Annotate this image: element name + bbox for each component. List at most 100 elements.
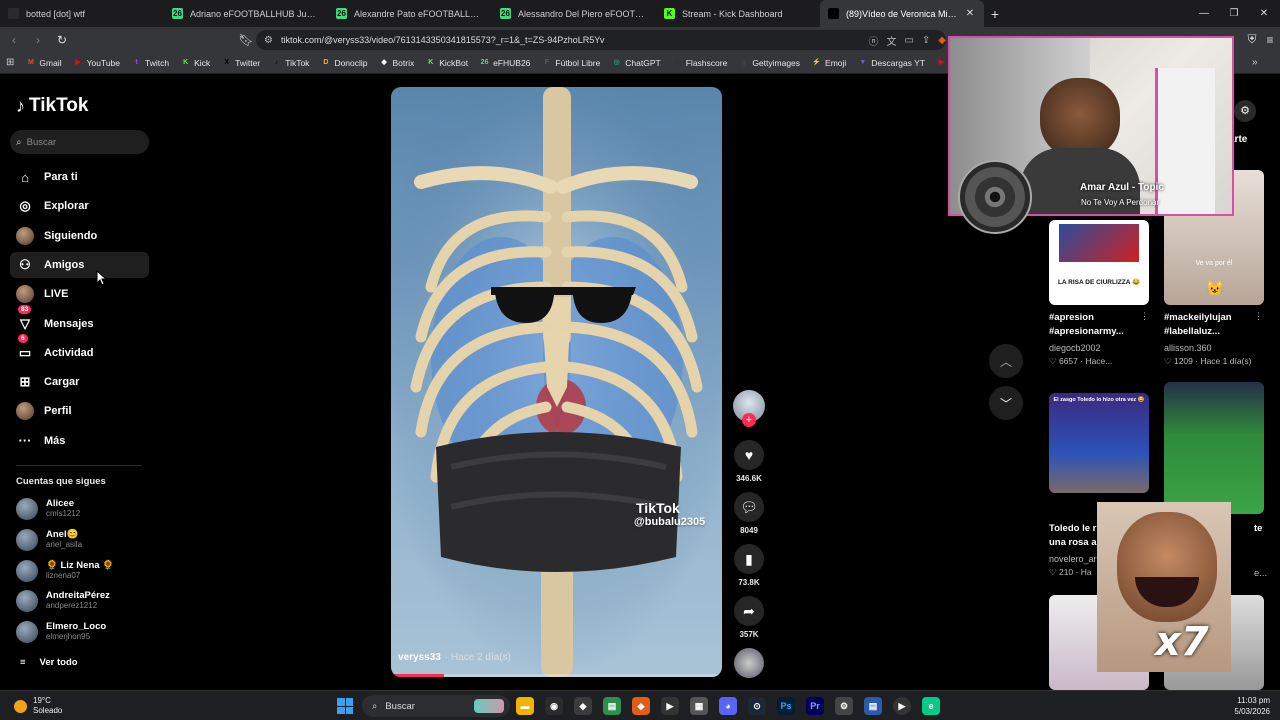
comment-action[interactable]: 💬︎ 8049 bbox=[733, 492, 765, 535]
system-clock[interactable]: 11:03 pm 5/03/2026 bbox=[1218, 695, 1270, 717]
related-thumb-1[interactable]: LA RISA DE CIURLIZZA 😂 bbox=[1049, 220, 1149, 305]
media-icon[interactable]: ▶ bbox=[661, 697, 679, 715]
bookmark-item[interactable]: g Gettyimages bbox=[733, 58, 806, 68]
avatar[interactable] bbox=[16, 528, 38, 551]
related-title-2b[interactable]: #labellaluz... bbox=[1164, 325, 1220, 339]
cast-icon[interactable]: ▭ bbox=[904, 35, 913, 46]
menu-icon[interactable]: ≡ bbox=[1260, 30, 1280, 50]
bookmark-item[interactable]: K KickBot bbox=[420, 58, 474, 68]
site-info-icon[interactable]: ⚙ bbox=[264, 35, 273, 46]
bookmark-item[interactable]: t Twitch bbox=[126, 58, 175, 68]
avatar[interactable] bbox=[16, 590, 38, 613]
reader-icon[interactable]: ⓝ bbox=[868, 33, 878, 48]
discord-icon[interactable]: ◕ bbox=[719, 697, 737, 715]
nav-item-ms[interactable]: ··· Más bbox=[10, 428, 149, 454]
nav-item-actividad[interactable]: ▭ 6 Actividad bbox=[10, 333, 149, 366]
avatar[interactable] bbox=[16, 621, 38, 644]
more-options-icon[interactable]: ⋮ bbox=[1140, 311, 1149, 322]
bookmark-item[interactable]: ◆ Botrix bbox=[374, 58, 421, 68]
edge-icon[interactable]: e bbox=[922, 697, 940, 715]
weather-widget[interactable]: 19°C Soleado bbox=[14, 696, 62, 716]
previous-video-arrow-icon[interactable]: ︿ bbox=[989, 344, 1023, 378]
steam-icon[interactable]: ⊙ bbox=[748, 697, 766, 715]
photoshop-icon[interactable]: Ps bbox=[777, 697, 795, 715]
creator-avatar[interactable]: + bbox=[733, 390, 765, 427]
bookmark-icon[interactable]: ▮ bbox=[734, 544, 764, 574]
video-author-line[interactable]: veryss33 · Hace 2 día(s) bbox=[398, 652, 511, 663]
address-bar[interactable]: ⚙ tiktok.com/@veryss33/video/76131433503… bbox=[256, 30, 946, 50]
related-title-1a[interactable]: #apresion bbox=[1049, 311, 1094, 325]
player-icon[interactable]: ▶ bbox=[893, 697, 911, 715]
nav-item-mensajes[interactable]: ▽ 83 Mensajes bbox=[10, 304, 149, 337]
more-bookmarks-icon[interactable]: » bbox=[1252, 57, 1258, 68]
following-account[interactable]: Elmero_Loco elmerjhon95 bbox=[16, 619, 156, 645]
related-user-1[interactable]: diegocb2002 bbox=[1049, 343, 1101, 353]
bookmark-item[interactable]: ♪ TikTok bbox=[266, 58, 315, 68]
nav-item-perfil[interactable]: Perfil bbox=[10, 398, 149, 424]
see-all-link[interactable]: ≡ Ver todo bbox=[20, 657, 78, 668]
close-window-icon[interactable]: ✕ bbox=[1248, 0, 1280, 27]
bookmark-item[interactable]: X Twitter bbox=[216, 58, 266, 68]
creator-avatar-action[interactable]: + bbox=[733, 390, 765, 427]
share-arrow-icon[interactable]: ➦ bbox=[734, 596, 764, 626]
bookmark-item[interactable]: D Donoclip bbox=[315, 58, 373, 68]
related-user-2[interactable]: allisson.360 bbox=[1164, 343, 1212, 353]
reload-icon[interactable]: ↻ bbox=[52, 30, 72, 50]
related-user-3[interactable]: novelero_ar bbox=[1049, 554, 1097, 564]
related-title-3a[interactable]: Toledo le r bbox=[1049, 522, 1096, 536]
nav-item-cargar[interactable]: ⊞ Cargar bbox=[10, 369, 149, 395]
related-title-4a[interactable]: te bbox=[1254, 522, 1262, 536]
brave-shield-icon[interactable]: ◆ bbox=[938, 35, 946, 46]
url-text[interactable]: tiktok.com/@veryss33/video/7613143350341… bbox=[281, 35, 860, 45]
music-disc-action[interactable] bbox=[733, 648, 765, 678]
restore-icon[interactable]: ❐ bbox=[1218, 0, 1250, 27]
nav-item-explorar[interactable]: ◎ Explorar bbox=[10, 193, 149, 219]
file-explorer-icon[interactable]: ▬ bbox=[516, 697, 534, 715]
related-title-1b[interactable]: #apresionarmy... bbox=[1049, 325, 1124, 339]
browser-tab[interactable]: 26 Alexandre Pato eFOOTBALLHUB Jugadores bbox=[328, 0, 492, 27]
related-title-4b[interactable]: e... bbox=[1254, 567, 1267, 581]
browser-tab[interactable]: ♪ (89)Vídeo de Veronica Miranda ✕ bbox=[820, 0, 984, 27]
browser-tab[interactable]: botted [dot] wtf bbox=[0, 0, 164, 27]
settings-icon[interactable]: ⚙ bbox=[1234, 100, 1256, 122]
like-action[interactable]: ♥ 346.6K bbox=[733, 440, 765, 483]
following-account[interactable]: Anel😊 anel_asila bbox=[16, 527, 156, 553]
next-video-arrow-icon[interactable]: ﹀ bbox=[989, 386, 1023, 420]
bookmark-item[interactable]: M Gmail bbox=[20, 58, 67, 68]
nav-item-amigos[interactable]: ⚇ Amigos bbox=[10, 251, 149, 278]
minimize-icon[interactable]: — bbox=[1188, 0, 1220, 27]
related-thumb-4[interactable] bbox=[1164, 382, 1264, 514]
avatar[interactable] bbox=[16, 498, 38, 520]
search-input[interactable] bbox=[26, 136, 137, 148]
new-tab-button[interactable]: + bbox=[984, 6, 1006, 22]
video-progress-bar[interactable] bbox=[391, 674, 444, 677]
more-options-icon[interactable]: ⋮ bbox=[1254, 311, 1263, 322]
bookmark-item[interactable]: F Fútbol Libre bbox=[536, 58, 606, 68]
bookmark-item[interactable]: ◎ ChatGPT bbox=[606, 58, 666, 68]
share-action[interactable]: ➦ 357K bbox=[733, 596, 765, 639]
forward-icon[interactable]: › bbox=[28, 30, 48, 50]
start-button[interactable] bbox=[337, 698, 353, 714]
following-account[interactable]: AndreitaPérez andperez1212 bbox=[16, 588, 156, 614]
browser-tab[interactable]: K Stream - Kick Dashboard bbox=[656, 0, 820, 27]
share-icon[interactable]: ⇪ bbox=[922, 35, 930, 46]
browser-tab[interactable]: 26 Alessandro Del Piero eFOOTBALLHUB Juga… bbox=[492, 0, 656, 27]
video-player[interactable]: TikTok @bubalu2305 veryss33 · Hace 2 día(… bbox=[391, 87, 722, 677]
following-account[interactable]: 🌻 Liz Nena 🌻 liznena07 bbox=[16, 558, 156, 584]
bookmark-item[interactable]: C Flashscore bbox=[667, 58, 734, 68]
nav-item-siguiendo[interactable]: Siguiendo bbox=[10, 223, 149, 249]
related-title-3b[interactable]: una rosa a bbox=[1049, 536, 1097, 550]
comment-icon[interactable]: 💬︎ bbox=[734, 492, 764, 522]
video-author-name[interactable]: veryss33 bbox=[398, 652, 441, 663]
translate-icon[interactable]: 文 bbox=[886, 33, 896, 48]
search-box[interactable]: ⌕ bbox=[10, 130, 149, 154]
bookmark-page-icon[interactable]: 🔖︎ bbox=[236, 30, 256, 50]
sound-disc-icon[interactable] bbox=[734, 648, 764, 678]
app-icon[interactable]: ▤ bbox=[603, 697, 621, 715]
follow-plus-icon[interactable]: + bbox=[742, 413, 756, 427]
notepad-icon[interactable]: ▤ bbox=[864, 697, 882, 715]
related-title-2a[interactable]: #mackeilylujan bbox=[1164, 311, 1232, 325]
avatar[interactable] bbox=[16, 559, 38, 582]
settings-icon[interactable]: ⚙ bbox=[835, 697, 853, 715]
bookmark-item[interactable]: 26 eFHUB26 bbox=[474, 58, 536, 68]
